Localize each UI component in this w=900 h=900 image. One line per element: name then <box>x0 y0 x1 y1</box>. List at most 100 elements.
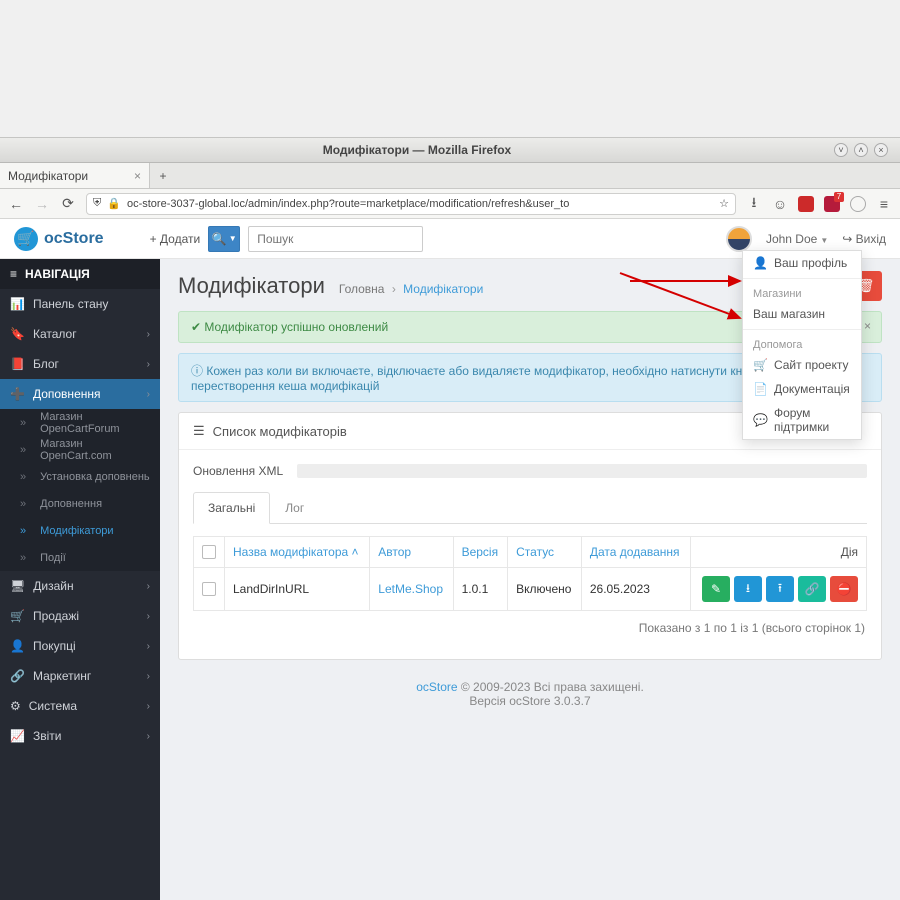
cell-name: LandDirInURL <box>225 568 370 611</box>
tabs: Загальні Лог <box>193 492 867 524</box>
pagination-info: Показано з 1 по 1 із 1 (всього сторінок … <box>193 611 867 645</box>
url-text: oc-store-3037-global.loc/admin/index.php… <box>127 198 569 210</box>
sidebar: ≡НАВІГАЦІЯ 📊Панель стану 🔖Каталог› 📕Блог… <box>0 259 160 900</box>
dd-profile[interactable]: 👤Ваш профіль <box>743 251 861 275</box>
window-maximize[interactable]: ˄ <box>854 143 868 157</box>
sidebar-sub-installer[interactable]: »Установка доповнень <box>0 463 160 490</box>
upload-action[interactable]: ⭱ <box>766 576 794 602</box>
download-action[interactable]: ⭳ <box>734 576 762 602</box>
link-action[interactable]: 🔗 <box>798 576 826 602</box>
sidebar-item-system[interactable]: ⚙Система› <box>0 691 160 721</box>
sidebar-item-reports[interactable]: 📈Звіти› <box>0 721 160 751</box>
xml-label: Оновлення XML <box>193 464 283 478</box>
footer-version: Версія ocStore 3.0.3.7 <box>469 694 590 708</box>
panel-list: ☰ Список модифікаторів Оновлення XML Заг… <box>178 412 882 660</box>
sidebar-item-extensions[interactable]: ➕Доповнення› <box>0 379 160 409</box>
col-date[interactable]: Дата додавання <box>581 537 690 568</box>
user-icon: 👤 <box>10 639 25 653</box>
url-field[interactable]: ⛨ 🔒 oc-store-3037-global.loc/admin/index… <box>86 193 736 215</box>
sidebar-item-marketing[interactable]: 🔗Маркетинг› <box>0 661 160 691</box>
crumb-current[interactable]: Модифікатори <box>403 282 483 296</box>
footer-brand-link[interactable]: ocStore <box>416 680 457 694</box>
window-close[interactable]: × <box>874 143 888 157</box>
col-author[interactable]: Автор <box>370 537 453 568</box>
brand-logo[interactable]: 🛒 ocStore <box>14 227 104 251</box>
book-icon: 📕 <box>10 357 25 371</box>
logout-link[interactable]: ↪ Вихід <box>842 232 886 246</box>
sidebar-sub-occom[interactable]: »Магазин OpenCart.com <box>0 436 160 463</box>
sidebar-sub-extensions[interactable]: »Доповнення <box>0 490 160 517</box>
browser-tab-title: Модифікатори <box>8 169 88 183</box>
gauge-icon: 📊 <box>10 297 25 311</box>
sidebar-sub-modifications[interactable]: »Модифікатори <box>0 517 160 544</box>
cart-icon: 🛒 <box>753 358 768 372</box>
browser-tab[interactable]: Модифікатори × <box>0 163 150 188</box>
dd-help-header: Допомога <box>743 333 861 353</box>
sidebar-item-catalog[interactable]: 🔖Каталог› <box>0 319 160 349</box>
tab-general[interactable]: Загальні <box>193 492 270 524</box>
hamburger-icon[interactable]: ≡ <box>876 196 892 212</box>
browser-tabstrip: Модифікатори × + <box>0 163 900 189</box>
table-row: LandDirInURL LetMe.Shop 1.0.1 Включено 2… <box>194 568 867 611</box>
sidebar-item-sales[interactable]: 🛒Продажі› <box>0 601 160 631</box>
cart-icon: 🛒 <box>14 227 38 251</box>
window-minimize[interactable]: ˅ <box>834 143 848 157</box>
footer: ocStore © 2009-2023 Всі права захищені. … <box>178 660 882 728</box>
col-name[interactable]: Назва модифікатора ˄ <box>225 537 370 568</box>
avatar[interactable] <box>726 226 752 252</box>
row-checkbox[interactable] <box>202 582 216 596</box>
search-dropdown-button[interactable]: 🔍▼ <box>208 226 240 252</box>
gear-icon: ⚙ <box>10 699 21 713</box>
cell-author: LetMe.Shop <box>370 568 453 611</box>
brand-text: ocStore <box>44 230 104 248</box>
window-title: Модифікатори — Mozilla Firefox <box>0 143 834 157</box>
modifications-table: Назва модифікатора ˄ Автор Версія Статус… <box>193 536 867 611</box>
extension-abp-icon[interactable] <box>798 196 814 212</box>
dd-docs[interactable]: 📄Документація <box>743 377 861 401</box>
alert-close-icon[interactable]: × <box>864 319 871 333</box>
desktop-icon: 🖥 <box>10 579 25 593</box>
back-icon[interactable]: ← <box>8 196 24 212</box>
breadcrumb: Головна › Модифікатори <box>339 282 483 296</box>
reload-icon[interactable]: ⟳ <box>60 195 76 212</box>
dd-store[interactable]: Ваш магазин <box>743 302 861 326</box>
disable-action[interactable]: ⛔ <box>830 576 858 602</box>
bookmark-star-icon[interactable]: ☆ <box>719 197 729 210</box>
sidebar-item-dashboard[interactable]: 📊Панель стану <box>0 289 160 319</box>
sidebar-sub-events[interactable]: »Події <box>0 544 160 571</box>
crumb-home[interactable]: Головна <box>339 282 385 296</box>
account-icon[interactable]: ☺ <box>772 196 788 212</box>
tab-close-icon[interactable]: × <box>134 169 141 183</box>
new-tab-button[interactable]: + <box>150 163 176 188</box>
cart-icon: 🛒 <box>10 609 25 623</box>
col-status[interactable]: Статус <box>508 537 582 568</box>
extension-badge: 7 <box>834 192 844 202</box>
sidebar-sub-ocforum[interactable]: »Магазин OpenCartForum <box>0 409 160 436</box>
extension-globe-icon[interactable] <box>850 196 866 212</box>
edit-action[interactable]: ✎ <box>702 576 730 602</box>
add-button[interactable]: + Додати <box>150 232 201 246</box>
cell-version: 1.0.1 <box>453 568 508 611</box>
sidebar-item-customers[interactable]: 👤Покупці› <box>0 631 160 661</box>
sort-asc-icon: ˄ <box>352 545 359 559</box>
cell-date: 26.05.2023 <box>581 568 690 611</box>
sidebar-item-blog[interactable]: 📕Блог› <box>0 349 160 379</box>
user-menu[interactable]: John Doe▼ <box>766 232 828 246</box>
col-version[interactable]: Версія <box>453 537 508 568</box>
search-input[interactable] <box>248 226 423 252</box>
lock-icon: 🔒 <box>107 197 121 210</box>
extension-rp-icon[interactable]: 7 <box>824 196 840 212</box>
sidebar-submenu: »Магазин OpenCartForum »Магазин OpenCart… <box>0 409 160 571</box>
sidebar-header: ≡НАВІГАЦІЯ <box>0 259 160 289</box>
dd-forum[interactable]: 💬Форум підтримки <box>743 401 861 439</box>
download-icon[interactable]: ⭳ <box>746 192 762 216</box>
doc-icon: 📄 <box>753 382 768 396</box>
dd-site[interactable]: 🛒Сайт проекту <box>743 353 861 377</box>
select-all-checkbox[interactable] <box>202 545 216 559</box>
chart-icon: 📈 <box>10 729 25 743</box>
progress-bar <box>297 464 867 478</box>
sidebar-item-design[interactable]: 🖥Дизайн› <box>0 571 160 601</box>
plus-icon: ➕ <box>10 387 25 401</box>
forward-icon[interactable]: → <box>34 196 50 212</box>
tab-log[interactable]: Лог <box>270 492 319 523</box>
